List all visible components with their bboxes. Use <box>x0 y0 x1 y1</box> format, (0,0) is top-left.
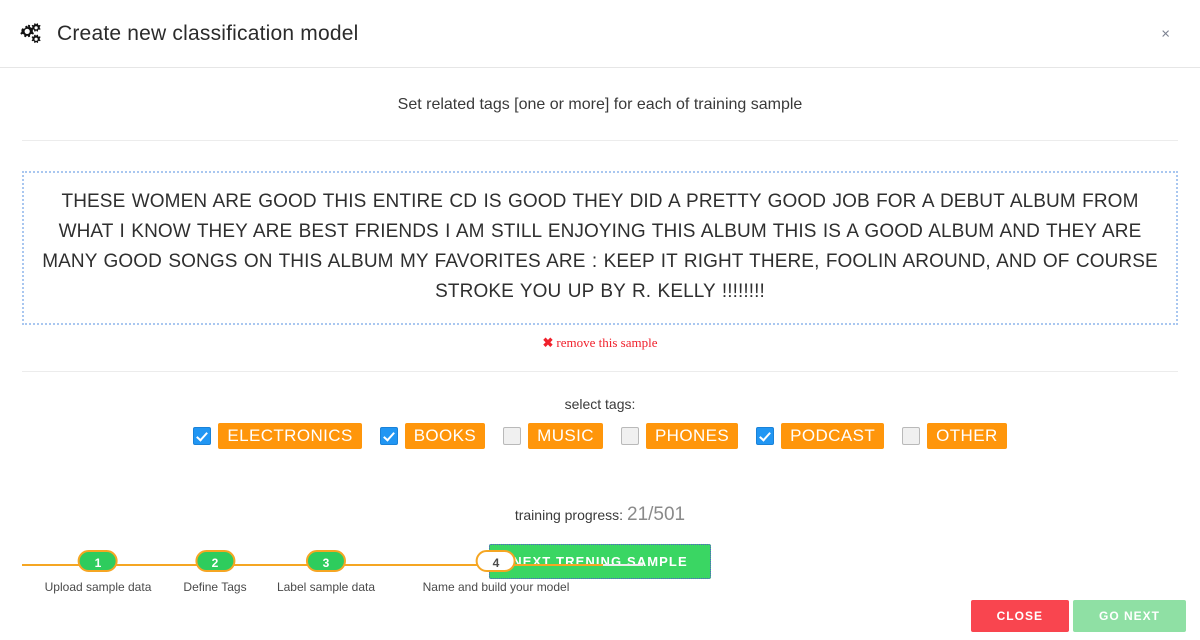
tag-checkbox-music[interactable] <box>503 427 522 445</box>
remove-sample-row: ✖ remove this sample <box>22 325 1178 352</box>
step-1-bubble[interactable]: 1 <box>77 550 118 572</box>
stepper-remaining-line <box>603 564 643 566</box>
step-3[interactable]: 3 Label sample data <box>277 550 375 594</box>
cogs-icon <box>18 21 44 47</box>
sample-text-box: THESE WOMEN ARE GOOD THIS ENTIRE CD IS G… <box>22 171 1178 325</box>
remove-icon: ✖ <box>542 335 554 350</box>
step-instruction: Set related tags [one or more] for each … <box>397 96 803 113</box>
close-button[interactable]: CLOSE <box>970 600 1069 632</box>
tag-label-music[interactable]: MUSIC <box>528 423 603 449</box>
tag-checkbox-podcast[interactable] <box>756 427 775 445</box>
tag-checkbox-phones[interactable] <box>620 427 639 445</box>
tag-item-electronics: ELECTRONICS <box>193 423 362 449</box>
sample-text: THESE WOMEN ARE GOOD THIS ENTIRE CD IS G… <box>42 191 1158 302</box>
step-1-label: Upload sample data <box>44 580 152 594</box>
tag-item-other: OTHER <box>902 423 1007 449</box>
tag-label-podcast[interactable]: PODCAST <box>781 423 885 449</box>
tag-label-other[interactable]: OTHER <box>927 423 1007 449</box>
page-title: Create new classification model <box>57 21 359 45</box>
step-4[interactable]: 4 Name and build your model <box>422 550 570 594</box>
tag-checkbox-other[interactable] <box>902 427 921 445</box>
remove-sample-link[interactable]: ✖ remove this sample <box>543 335 658 351</box>
tag-label-phones[interactable]: PHONES <box>645 423 739 449</box>
tags-row: ELECTRONICS BOOKS MUSIC PHONES PODCAST O… <box>0 412 1200 449</box>
step-2[interactable]: 2 Define Tags <box>183 550 247 594</box>
step-2-bubble[interactable]: 2 <box>195 550 235 572</box>
tag-label-books[interactable]: BOOKS <box>404 423 486 449</box>
step-2-label: Define Tags <box>183 580 247 594</box>
training-progress: training progress: 21/501 <box>0 449 1200 526</box>
close-icon[interactable]: × <box>1157 22 1174 45</box>
remove-sample-label: remove this sample <box>556 335 658 350</box>
tag-checkbox-books[interactable] <box>379 427 398 445</box>
go-next-button[interactable]: GO NEXT <box>1072 600 1186 632</box>
step-3-bubble[interactable]: 3 <box>305 550 346 572</box>
header-left: Create new classification model <box>18 21 359 47</box>
tag-item-phones: PHONES <box>620 423 739 449</box>
tag-item-books: BOOKS <box>379 423 486 449</box>
tag-item-music: MUSIC <box>503 423 603 449</box>
step-1[interactable]: 1 Upload sample data <box>44 550 152 594</box>
step-4-bubble[interactable]: 4 <box>476 550 516 572</box>
tag-checkbox-electronics[interactable] <box>193 427 212 445</box>
footer-buttons: CLOSE GO NEXT <box>970 600 1186 632</box>
sample-section: THESE WOMEN ARE GOOD THIS ENTIRE CD IS G… <box>0 141 1200 352</box>
select-tags-label: select tags: <box>564 396 636 412</box>
step-4-label: Name and build your model <box>422 580 570 594</box>
tag-item-podcast: PODCAST <box>756 423 885 449</box>
training-progress-label: training progress: <box>514 507 624 523</box>
tag-label-electronics[interactable]: ELECTRONICS <box>218 423 362 449</box>
step-3-label: Label sample data <box>276 580 376 594</box>
training-progress-value: 21/501 <box>627 504 686 525</box>
modal-header: Create new classification model × <box>0 0 1200 68</box>
